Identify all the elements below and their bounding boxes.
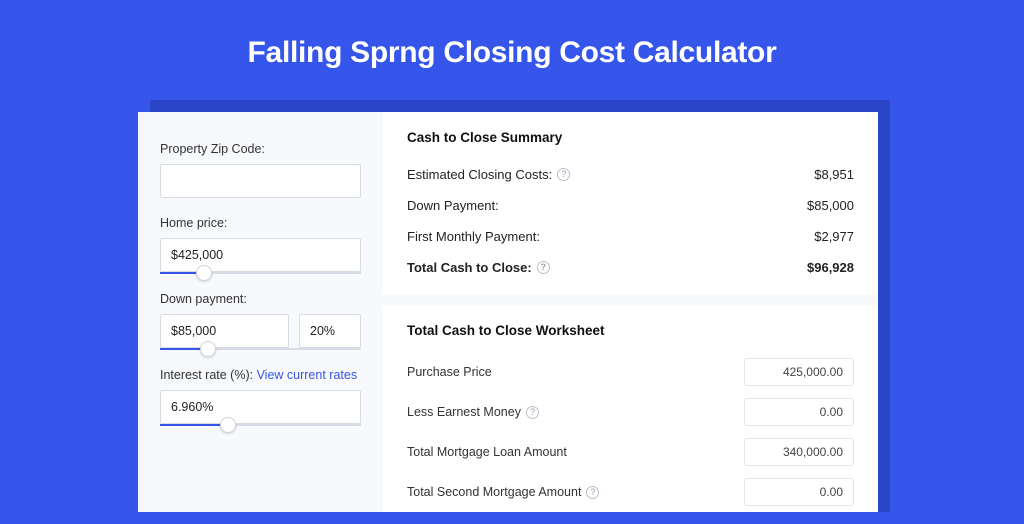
help-icon[interactable]: ?	[537, 261, 550, 274]
worksheet-row-label-text: Total Mortgage Loan Amount	[407, 445, 567, 459]
summary-row-value: $96,928	[807, 260, 854, 275]
summary-row-label: Estimated Closing Costs:?	[407, 167, 570, 182]
worksheet-row-input[interactable]	[744, 358, 854, 386]
page-title: Falling Sprng Closing Cost Calculator	[0, 0, 1024, 70]
home-price-field-group: Home price:	[160, 216, 361, 274]
interest-rate-slider[interactable]	[160, 424, 361, 426]
worksheet-row-label: Total Mortgage Loan Amount	[407, 445, 567, 459]
worksheet-row-label-text: Less Earnest Money	[407, 405, 521, 419]
interest-rate-label: Interest rate (%): View current rates	[160, 368, 361, 382]
results-content: Cash to Close Summary Estimated Closing …	[383, 112, 878, 512]
summary-row-label: Total Cash to Close:?	[407, 260, 550, 275]
summary-row-value: $85,000	[807, 198, 854, 213]
worksheet-row-label: Total Second Mortgage Amount?	[407, 485, 599, 499]
calculator-panel: Property Zip Code: Home price: Down paym…	[138, 112, 878, 512]
worksheet-row-input[interactable]	[744, 398, 854, 426]
worksheet-card: Total Cash to Close Worksheet Purchase P…	[383, 295, 878, 524]
inputs-sidebar: Property Zip Code: Home price: Down paym…	[138, 112, 383, 512]
summary-row-label-text: Total Cash to Close:	[407, 260, 532, 275]
worksheet-row: Total Mortgage Loan Amount	[407, 432, 854, 472]
worksheet-row-label: Purchase Price	[407, 365, 492, 379]
worksheet-rows: Purchase Price Less Earnest Money? Total M…	[407, 352, 854, 512]
worksheet-row-input[interactable]	[744, 438, 854, 466]
summary-title: Cash to Close Summary	[407, 130, 854, 145]
down-payment-pct-input[interactable]	[299, 314, 361, 348]
home-price-label: Home price:	[160, 216, 361, 230]
worksheet-row-label: Less Earnest Money?	[407, 405, 539, 419]
summary-row-label: First Monthly Payment:	[407, 229, 540, 244]
zip-field-group: Property Zip Code:	[160, 142, 361, 198]
summary-row: Estimated Closing Costs:? $8,951	[407, 159, 854, 190]
summary-row-value: $2,977	[814, 229, 854, 244]
summary-row: Total Cash to Close:? $96,928	[407, 252, 854, 283]
help-icon[interactable]: ?	[557, 168, 570, 181]
zip-label: Property Zip Code:	[160, 142, 361, 156]
summary-row-value: $8,951	[814, 167, 854, 182]
down-payment-field-group: Down payment:	[160, 292, 361, 350]
home-price-slider-thumb[interactable]	[196, 265, 212, 281]
zip-input[interactable]	[160, 164, 361, 198]
worksheet-title: Total Cash to Close Worksheet	[407, 323, 854, 338]
worksheet-row-input[interactable]	[744, 478, 854, 506]
worksheet-row-label-text: Total Second Mortgage Amount	[407, 485, 581, 499]
help-icon[interactable]: ?	[526, 406, 539, 419]
down-payment-slider[interactable]	[160, 348, 361, 350]
summary-row-label-text: First Monthly Payment:	[407, 229, 540, 244]
help-icon[interactable]: ?	[586, 486, 599, 499]
summary-row-label: Down Payment:	[407, 198, 499, 213]
interest-rate-input[interactable]	[160, 390, 361, 424]
worksheet-row: Total Second Mortgage Amount?	[407, 472, 854, 512]
down-payment-slider-thumb[interactable]	[200, 341, 216, 357]
worksheet-row-label-text: Purchase Price	[407, 365, 492, 379]
summary-row: First Monthly Payment: $2,977	[407, 221, 854, 252]
down-payment-input[interactable]	[160, 314, 289, 348]
summary-rows: Estimated Closing Costs:? $8,951 Down Paym…	[407, 159, 854, 283]
interest-rate-slider-thumb[interactable]	[220, 417, 236, 433]
summary-row: Down Payment: $85,000	[407, 190, 854, 221]
down-payment-label: Down payment:	[160, 292, 361, 306]
view-rates-link[interactable]: View current rates	[257, 368, 358, 382]
worksheet-row: Less Earnest Money?	[407, 392, 854, 432]
home-price-slider[interactable]	[160, 272, 361, 274]
interest-rate-field-group: Interest rate (%): View current rates	[160, 368, 361, 426]
interest-rate-slider-fill	[160, 424, 228, 426]
worksheet-row: Purchase Price	[407, 352, 854, 392]
interest-rate-label-text: Interest rate (%):	[160, 368, 257, 382]
summary-row-label-text: Down Payment:	[407, 198, 499, 213]
home-price-input[interactable]	[160, 238, 361, 272]
summary-card: Cash to Close Summary Estimated Closing …	[383, 112, 878, 295]
summary-row-label-text: Estimated Closing Costs:	[407, 167, 552, 182]
